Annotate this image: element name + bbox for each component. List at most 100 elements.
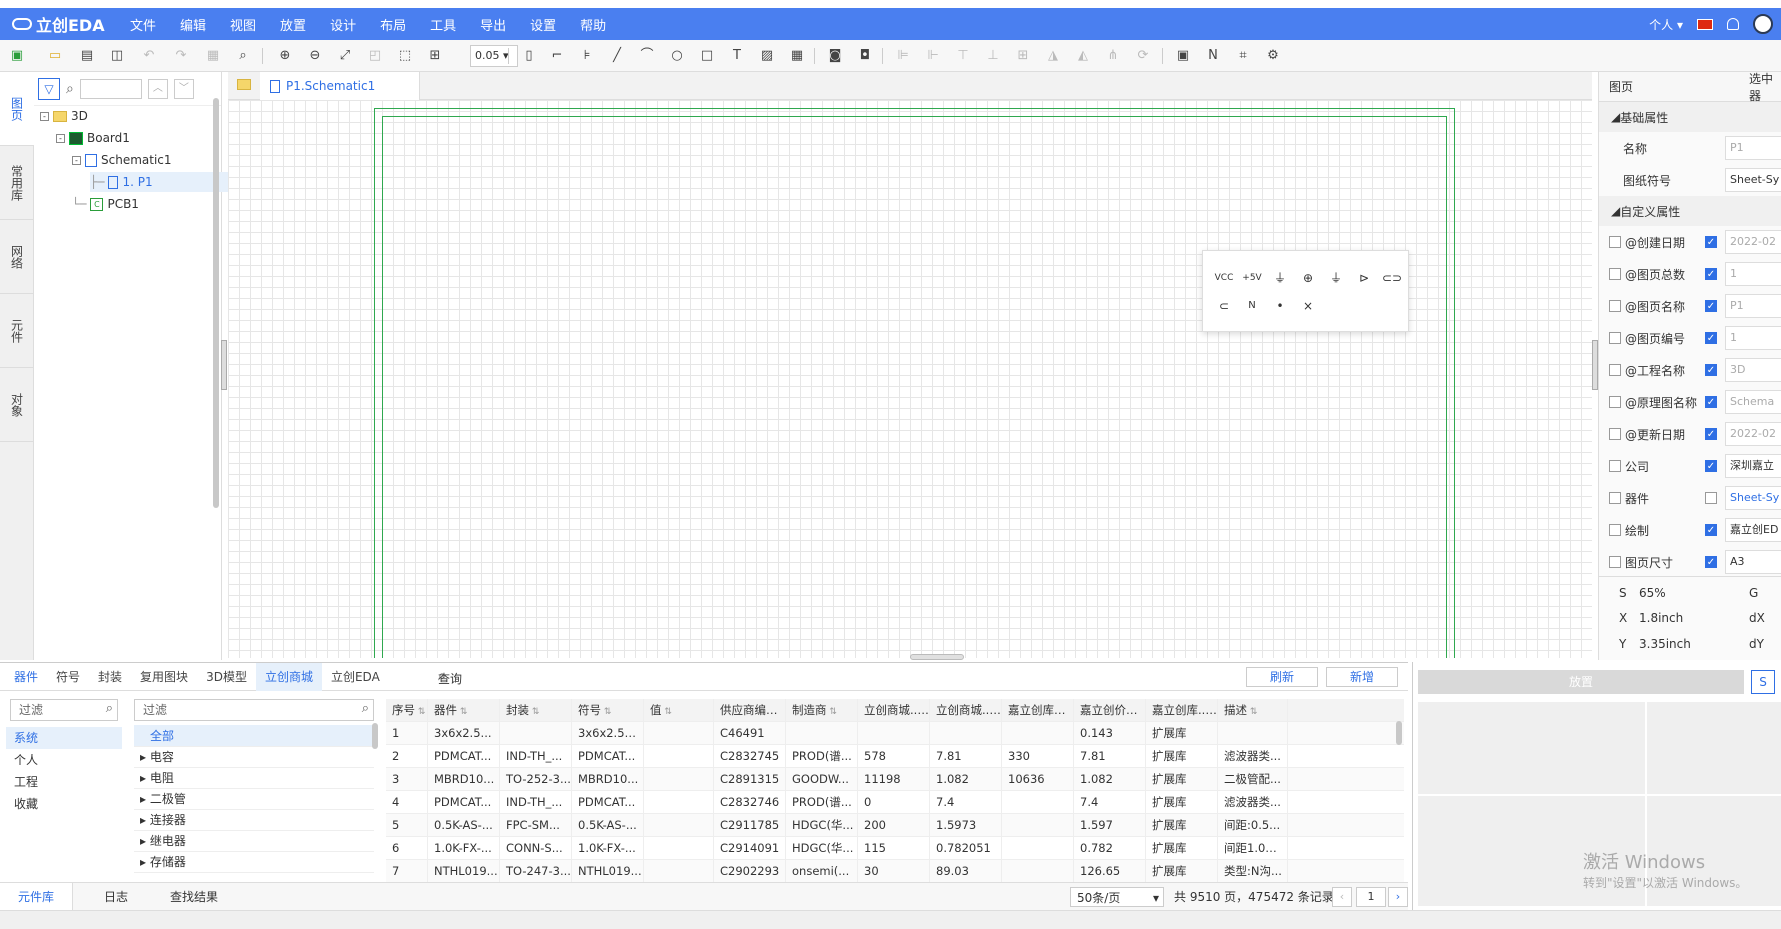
tree-scrollbar[interactable] — [213, 98, 219, 508]
expand-arrow-icon[interactable]: ▸ — [140, 813, 150, 827]
show-name-checkbox[interactable] — [1609, 332, 1621, 344]
arc-icon[interactable]: ⌒ — [638, 47, 656, 65]
footer-tab-log[interactable]: 日志 — [86, 883, 146, 911]
column-header[interactable]: 嘉立创库存 ⇅ — [1002, 699, 1074, 721]
bus-icon[interactable]: ⊧ — [578, 47, 596, 65]
no-connect-icon[interactable]: × — [1297, 295, 1319, 317]
redo-icon[interactable]: ↷ — [172, 47, 190, 65]
collapse-icon[interactable]: - — [72, 155, 81, 165]
table-row[interactable]: 4 PDMCAT... IND-TH_... PDMCAT... C2832746 PRO… — [386, 791, 1404, 814]
mirror-icon[interactable]: ⋔ — [1104, 47, 1122, 65]
show-value-checkbox[interactable]: ✓ — [1705, 460, 1717, 472]
show-name-checkbox[interactable] — [1609, 364, 1621, 376]
align-top-icon[interactable]: ⊤ — [954, 47, 972, 65]
menu-place[interactable]: 放置 — [268, 15, 318, 34]
rotate-icon[interactable]: ⟳ — [1134, 47, 1152, 65]
prop-name-input[interactable]: P1 — [1725, 136, 1781, 160]
junction-icon[interactable]: • — [1269, 295, 1291, 317]
save-icon[interactable]: ▤ — [78, 47, 96, 65]
class-tree-scrollbar[interactable] — [372, 723, 378, 749]
menu-export[interactable]: 导出 — [468, 15, 518, 34]
show-name-checkbox[interactable] — [1609, 524, 1621, 536]
expand-arrow-icon[interactable]: ▸ — [140, 750, 150, 764]
page-number-input[interactable]: 1 — [1356, 887, 1386, 907]
grid-snap-icon[interactable]: ▦ — [204, 47, 222, 65]
custom-prop-value[interactable]: 2022-02 — [1725, 422, 1781, 446]
line-icon[interactable]: ╱ — [608, 47, 626, 65]
zoom-in-icon[interactable]: ⊕ — [276, 47, 294, 65]
add-button[interactable]: 新增 — [1326, 667, 1398, 687]
collapse-icon[interactable]: - — [40, 111, 49, 121]
column-header[interactable]: 封装 ⇅ — [500, 699, 572, 721]
column-header[interactable]: 描述 ⇅ — [1218, 699, 1288, 721]
search-icon[interactable]: ⌕ — [66, 81, 74, 97]
lib-tab-symbol[interactable]: 符号 — [47, 663, 89, 691]
show-value-checkbox[interactable]: ✓ — [1705, 556, 1717, 568]
sort-icon[interactable]: ⇅ — [1066, 707, 1073, 717]
gear-icon[interactable]: ⚙ — [1264, 47, 1282, 65]
custom-prop-value[interactable]: 嘉立创ED — [1725, 518, 1781, 542]
menu-layout[interactable]: 布局 — [368, 15, 418, 34]
prop-sheet-input[interactable]: Sheet-Sy — [1725, 168, 1781, 192]
find-icon[interactable]: ⌕ — [234, 47, 252, 65]
category-filter-input[interactable]: 过滤 ⌕ — [10, 699, 118, 721]
drc-icon[interactable]: ◘ — [856, 47, 874, 65]
show-value-checkbox[interactable]: ✓ — [1705, 332, 1717, 344]
class-item[interactable]: ▸ 电容 — [134, 746, 374, 768]
tree-node-page[interactable]: ├─ 1. P1 — [90, 172, 250, 192]
expand-arrow-icon[interactable]: ▸ — [140, 834, 150, 848]
show-name-checkbox[interactable] — [1609, 396, 1621, 408]
custom-prop-value[interactable]: P1 — [1725, 294, 1781, 318]
class-item[interactable]: ▸ 继电器 — [134, 830, 374, 852]
menu-file[interactable]: 文件 — [118, 15, 168, 34]
expand-arrow-icon[interactable]: ▸ — [140, 771, 150, 785]
show-value-checkbox[interactable] — [1705, 492, 1717, 504]
show-name-checkbox[interactable] — [1609, 300, 1621, 312]
vtab-network[interactable]: 网络 — [0, 220, 34, 294]
table-row[interactable]: 3 MBRD10... TO-252-3... MBRD10... C2891315 GO… — [386, 768, 1404, 791]
column-header[interactable]: 嘉立创库... ⇅ — [1146, 699, 1218, 721]
expand-down-button[interactable]: ﹀ — [173, 78, 194, 99]
filter-icon[interactable]: ▽ — [38, 77, 60, 100]
column-header[interactable]: 序号 ⇅ — [386, 699, 428, 721]
lib-tab-lceda[interactable]: 立创EDA — [322, 663, 389, 691]
column-header[interactable]: 器件 ⇅ — [428, 699, 500, 721]
vtab-pages[interactable]: 图页 — [0, 72, 34, 146]
open-folder-icon[interactable]: ▭ — [46, 47, 64, 65]
table-row[interactable]: 5 0.5K-AS-... FPC-SM... 0.5K-AS-... C2911785… — [386, 814, 1404, 837]
show-name-checkbox[interactable] — [1609, 236, 1621, 248]
component-icon[interactable]: ▯ — [520, 47, 538, 65]
custom-prop-value[interactable]: 1 — [1725, 326, 1781, 350]
plus5v-symbol-icon[interactable]: +5V — [1241, 267, 1263, 289]
schematic-canvas[interactable] — [228, 100, 1592, 658]
tree-node-schematic[interactable]: - Schematic1 — [72, 150, 172, 170]
class-item[interactable]: ▸ 二极管 — [134, 788, 374, 810]
footer-tab-library[interactable]: 元件库 — [0, 883, 74, 911]
show-name-checkbox[interactable] — [1609, 492, 1621, 504]
show-value-checkbox[interactable]: ✓ — [1705, 396, 1717, 408]
bottom-panel-resize-handle[interactable] — [910, 654, 964, 660]
show-value-checkbox[interactable]: ✓ — [1705, 428, 1717, 440]
sort-icon[interactable]: ⇅ — [457, 707, 468, 717]
collapse-up-button[interactable]: ︿ — [147, 78, 168, 99]
show-name-checkbox[interactable] — [1609, 556, 1621, 568]
menu-view[interactable]: 视图 — [218, 15, 268, 34]
custom-prop-value[interactable]: Schema — [1725, 390, 1781, 414]
distribute-icon[interactable]: ⊞ — [1014, 47, 1032, 65]
align-bottom-icon[interactable]: ⊥ — [984, 47, 1002, 65]
category-system[interactable]: 系统 — [6, 727, 122, 749]
rectangle-icon[interactable]: □ — [698, 47, 716, 65]
zoom-selection-icon[interactable]: ◰ — [366, 47, 384, 65]
grid-size-select[interactable]: 0.05 ▾ — [470, 45, 518, 67]
next-page-button[interactable]: › — [1388, 887, 1408, 907]
show-value-checkbox[interactable]: ✓ — [1705, 524, 1717, 536]
sort-icon[interactable]: ⇅ — [1138, 707, 1145, 717]
table-scrollbar[interactable] — [1396, 721, 1402, 745]
tab-schematic-page[interactable]: P1.Schematic1 — [260, 72, 420, 100]
collapse-icon[interactable]: - — [56, 133, 65, 143]
vtab-objects[interactable]: 对象 — [0, 368, 34, 442]
image-icon[interactable]: ▨ — [758, 47, 776, 65]
flip-v-icon[interactable]: ◭ — [1074, 47, 1092, 65]
zoom-out-icon[interactable]: ⊖ — [306, 47, 324, 65]
place-button[interactable]: 放置 — [1418, 670, 1744, 694]
